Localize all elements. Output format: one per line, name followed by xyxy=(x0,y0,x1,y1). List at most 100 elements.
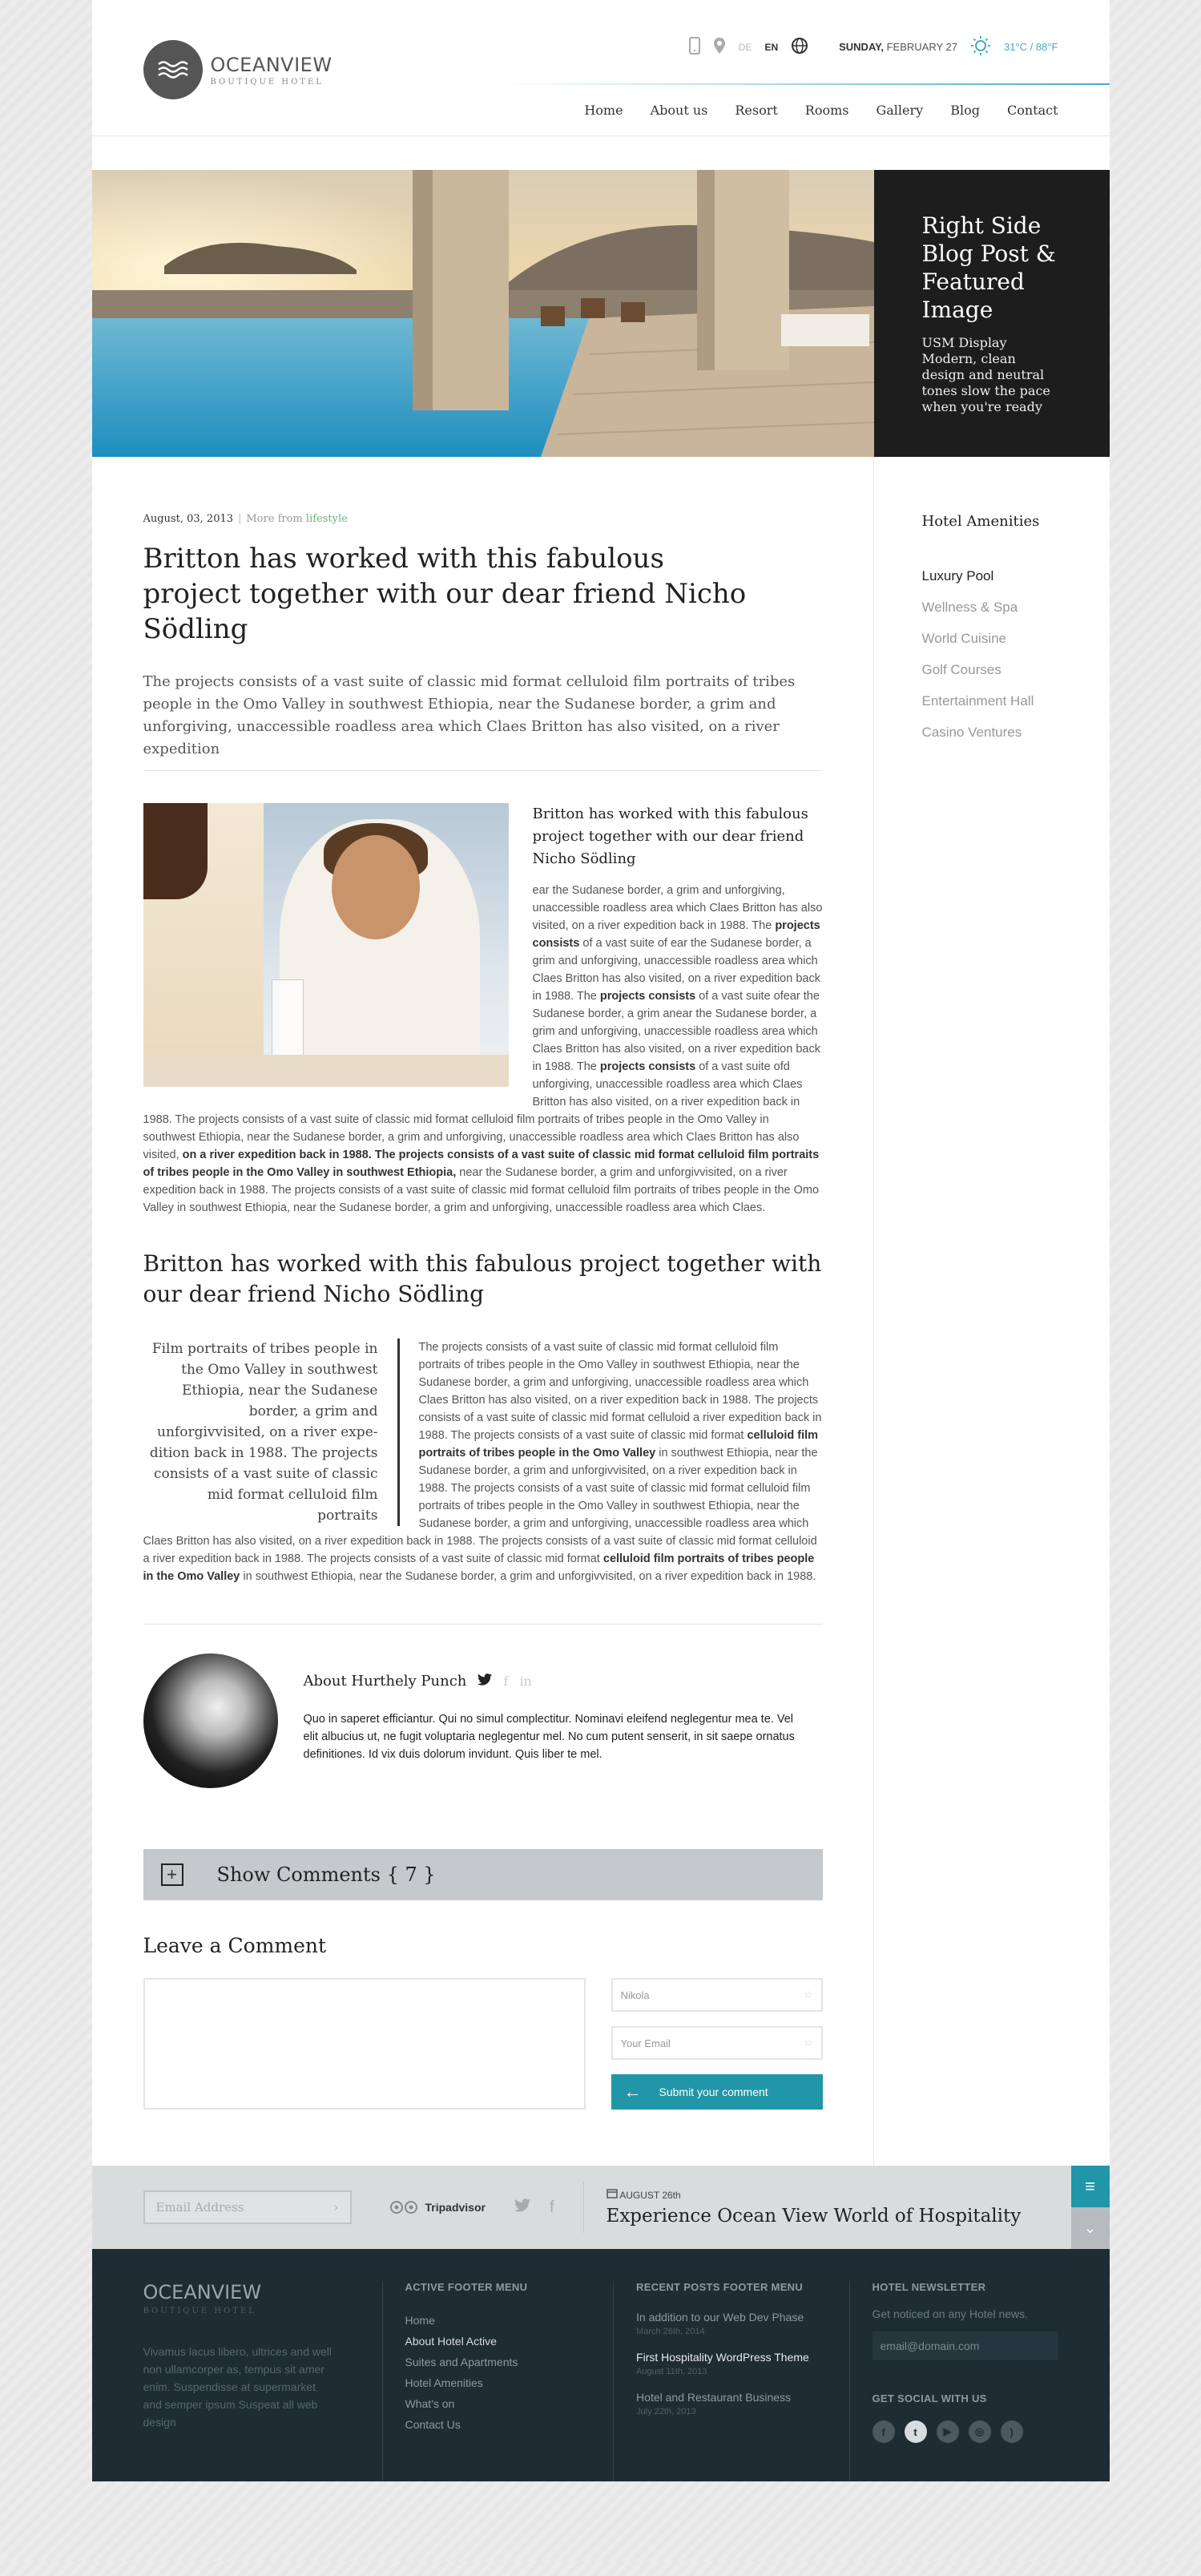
tripadvisor-owl-icon xyxy=(389,2198,419,2217)
category-link[interactable]: lifestyle xyxy=(306,513,348,525)
author-name: About Hurthely Punch xyxy=(303,1673,467,1690)
phone-icon[interactable] xyxy=(688,37,700,57)
footer-menu-about[interactable]: About Hotel Active xyxy=(405,2335,614,2348)
social-title: GET SOCIAL WITH US xyxy=(872,2392,987,2404)
lang-de[interactable]: DE xyxy=(739,42,752,53)
hero-side-panel: Right Side Blog Post & Featured Image US… xyxy=(873,170,1110,457)
footer-posts-title: RECENT POSTS FOOTER MENU xyxy=(636,2281,804,2293)
footer-logo-title[interactable]: OCEANVIEW xyxy=(143,2281,382,2303)
chevron-down-icon[interactable]: ⌄ xyxy=(1070,2207,1110,2249)
footer-strip: Email Address › Tripadvisor f AUGUST 26t… xyxy=(91,2166,1110,2249)
tripadvisor-link[interactable]: Tripadvisor xyxy=(389,2198,486,2217)
linkedin-icon[interactable]: in xyxy=(519,1674,531,1689)
twitter-icon[interactable]: t xyxy=(904,2421,927,2443)
facebook-icon[interactable]: f xyxy=(550,2198,554,2217)
twitter-icon[interactable] xyxy=(478,1674,493,1689)
youtube-icon[interactable]: ▶ xyxy=(936,2421,959,2443)
social-icons: f t ▶ ◎ ) xyxy=(872,2421,1058,2443)
email-field[interactable]: Your Email ☆ xyxy=(611,2026,823,2060)
quote-block: Film portraits of tribes people in the O… xyxy=(143,1338,823,1585)
post-date: August, 03, 2013 xyxy=(143,513,234,525)
sidebar-item-casino-ventures[interactable]: Casino Ventures xyxy=(922,725,1062,741)
pullquote: Film portraits of tribes people in the O… xyxy=(147,1338,400,1526)
current-date-value: FEBRUARY 27 xyxy=(886,41,958,53)
globe-icon[interactable] xyxy=(791,37,808,57)
post-meta: August, 03, 2013 | More from lifestyle xyxy=(143,513,348,525)
footer-menu-title: ACTIVE FOOTER MENU xyxy=(405,2281,528,2293)
author-box: About Hurthely Punch f in Quo in saperet… xyxy=(143,1624,823,1788)
calendar-icon xyxy=(606,2189,620,2201)
site-header: OCEANVIEW BOUTIQUE HOTEL DE EN SUNDAY, F… xyxy=(91,0,1110,136)
sidebar-title: Hotel Amenities xyxy=(921,513,1040,530)
newsletter-text: Get noticed on any Hotel news. xyxy=(872,2307,1029,2320)
rss-icon[interactable]: ) xyxy=(1000,2421,1023,2443)
footer-about: OCEANVIEW BOUTIQUE HOTEL Vivamus lacus l… xyxy=(143,2281,382,2481)
menu-icon[interactable]: ≡ xyxy=(1070,2166,1110,2207)
hero-title: Right Side Blog Post & Featured Image xyxy=(921,212,1056,323)
post-title: Britton has worked with this fabulous pr… xyxy=(143,543,747,645)
page: OCEANVIEW BOUTIQUE HOTEL DE EN SUNDAY, F… xyxy=(91,0,1110,2481)
newsletter-title: HOTEL NEWSLETTER xyxy=(872,2281,986,2293)
footer-menu-contact[interactable]: Contact Us xyxy=(405,2418,614,2431)
nav-gallery[interactable]: Gallery xyxy=(876,103,923,118)
facebook-icon[interactable]: f xyxy=(872,2421,895,2443)
star-icon: ☆ xyxy=(803,2037,813,2049)
name-field[interactable]: Nikola ☆ xyxy=(611,1978,823,2012)
logo-title: OCEANVIEW xyxy=(210,53,332,76)
sidebar: Hotel Amenities Luxury Pool Wellness & S… xyxy=(874,457,1110,2166)
footer-post-date: March 26th, 2014 xyxy=(636,2327,705,2336)
blog-post: August, 03, 2013 | More from lifestyle Bri… xyxy=(92,457,874,2166)
main-nav: Home About us Resort Rooms Gallery Blog … xyxy=(584,103,1058,118)
email-field-placeholder: Your Email xyxy=(620,2037,671,2049)
footer-about-text: Vivamus lacus libero, ultrices and well … xyxy=(143,2345,332,2429)
sidebar-item-luxury-pool[interactable]: Luxury Pool xyxy=(922,568,1062,584)
instagram-icon[interactable]: ◎ xyxy=(968,2421,991,2443)
couple-photo xyxy=(143,803,509,1087)
waves-logo-icon xyxy=(143,40,203,99)
logo[interactable]: OCEANVIEW BOUTIQUE HOTEL xyxy=(143,40,332,99)
nav-contact[interactable]: Contact xyxy=(1007,103,1058,118)
tripadvisor-label: Tripadvisor xyxy=(425,2201,486,2214)
hero-text: USM Display Modern, clean design and neu… xyxy=(921,335,1050,414)
sun-icon xyxy=(970,35,991,59)
chevron-right-icon[interactable]: › xyxy=(334,2200,339,2215)
logo-subtitle: BOUTIQUE HOTEL xyxy=(210,77,324,87)
submit-comment-button[interactable]: ← Submit your comment xyxy=(611,2074,823,2110)
footer-post-date: July 22th, 2013 xyxy=(636,2407,696,2417)
sidebar-item-golf-courses[interactable]: Golf Courses xyxy=(922,662,1062,678)
plus-icon: + xyxy=(160,1863,183,1886)
strip-email-input[interactable]: Email Address › xyxy=(143,2190,352,2224)
footer-menu-amenities[interactable]: Hotel Amenities xyxy=(405,2376,614,2389)
post-lead: The projects consists of a vast suite of… xyxy=(143,671,823,771)
footer-menu-suites[interactable]: Suites and Apartments xyxy=(405,2356,614,2368)
section-title: Britton has worked with this fabulous pr… xyxy=(143,1250,822,1307)
nav-blog[interactable]: Blog xyxy=(950,103,980,118)
sidebar-item-entertainment-hall[interactable]: Entertainment Hall xyxy=(922,693,1062,709)
comment-form: Nikola ☆ Your Email ☆ ← Submit your comm… xyxy=(143,1978,823,2166)
sidebar-item-wellness-spa[interactable]: Wellness & Spa xyxy=(922,600,1062,616)
footer-menu-home[interactable]: Home xyxy=(405,2314,614,2327)
strip-latest-post[interactable]: AUGUST 26th Experience Ocean View World … xyxy=(606,2188,1021,2227)
footer-post-title[interactable]: Hotel and Restaurant Business xyxy=(636,2391,848,2404)
footer-post-title[interactable]: First Hospitality WordPress Theme xyxy=(636,2351,848,2364)
lang-en[interactable]: EN xyxy=(764,42,778,53)
leave-comment-title: Leave a Comment xyxy=(143,1934,327,1957)
author-bio: Quo in saperet efficiantur. Qui no simul… xyxy=(303,1713,795,1761)
twitter-icon[interactable] xyxy=(514,2198,530,2217)
location-pin-icon[interactable] xyxy=(713,37,726,57)
facebook-icon[interactable]: f xyxy=(503,1674,508,1689)
current-date: SUNDAY, FEBRUARY 27 xyxy=(839,41,957,53)
footer-menu-whats-on[interactable]: What's on xyxy=(405,2397,614,2410)
nav-about[interactable]: About us xyxy=(651,103,708,118)
newsletter-email-input[interactable]: email@domain.com xyxy=(872,2332,1058,2360)
show-comments-button[interactable]: + Show Comments { 7 } xyxy=(143,1849,823,1900)
nav-home[interactable]: Home xyxy=(584,103,623,118)
footer-post-title[interactable]: In addition to our Web Dev Phase xyxy=(636,2311,848,2324)
comment-textarea[interactable] xyxy=(143,1978,586,2110)
author-heading: About Hurthely Punch f in xyxy=(304,1673,808,1690)
nav-rooms[interactable]: Rooms xyxy=(805,103,849,118)
sidebar-item-world-cuisine[interactable]: World Cuisine xyxy=(922,631,1062,647)
footer-menu: ACTIVE FOOTER MENU Home About Hotel Acti… xyxy=(381,2281,614,2481)
nav-resort[interactable]: Resort xyxy=(735,103,777,118)
more-from-label: More from xyxy=(246,513,303,525)
